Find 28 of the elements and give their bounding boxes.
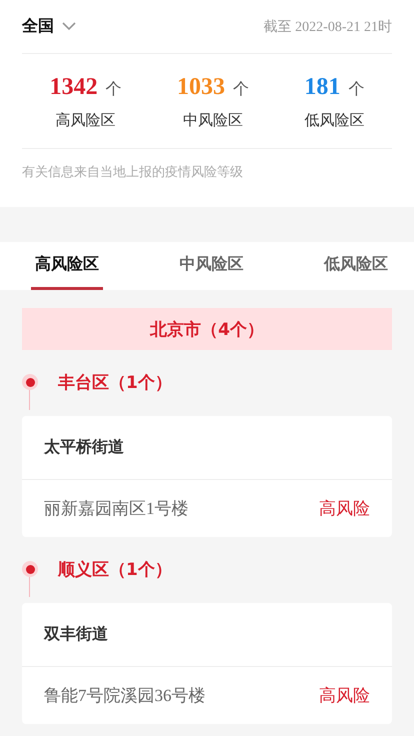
risk-level: 高风险 bbox=[319, 498, 370, 520]
timeline-dot-icon bbox=[22, 561, 38, 577]
stat-count: 1342 bbox=[50, 74, 98, 101]
district-title: 顺义区（1个） bbox=[58, 558, 172, 580]
district-title: 丰台区（1个） bbox=[58, 372, 172, 394]
stat-label: 中风险区 bbox=[182, 111, 243, 130]
street-title: 双丰街道 bbox=[22, 603, 392, 667]
risk-tab[interactable]: 中风险区 bbox=[176, 242, 248, 290]
street-title: 太平桥街道 bbox=[22, 416, 392, 480]
update-time: 截至 2022-08-21 21时 bbox=[264, 18, 392, 36]
stat-label: 低风险区 bbox=[304, 111, 364, 130]
timeline-dot-icon bbox=[22, 374, 38, 390]
stat-label: 高风险区 bbox=[56, 111, 116, 130]
stat-unit: 个 bbox=[348, 79, 364, 100]
stat-count: 1033 bbox=[176, 74, 225, 101]
city-banner: 北京市（4个） bbox=[22, 308, 392, 350]
place-name: 鲁能7号院溪园36号楼 bbox=[44, 685, 206, 707]
stat-unit: 个 bbox=[232, 79, 249, 100]
region-label: 全国 bbox=[22, 16, 54, 37]
region-selector[interactable]: 全国 bbox=[22, 16, 76, 37]
place-name: 丽新嘉园南区1号楼 bbox=[44, 498, 188, 520]
stat-unit: 个 bbox=[106, 79, 122, 100]
stat-count: 181 bbox=[304, 74, 340, 101]
risk-tab[interactable]: 高风险区 bbox=[31, 242, 103, 290]
risk-tab[interactable]: 低风险区 bbox=[320, 242, 392, 290]
source-note: 有关信息来自当地上报的疫情风险等级 bbox=[22, 164, 244, 181]
risk-level: 高风险 bbox=[319, 685, 370, 707]
chevron-down-icon bbox=[62, 22, 76, 31]
